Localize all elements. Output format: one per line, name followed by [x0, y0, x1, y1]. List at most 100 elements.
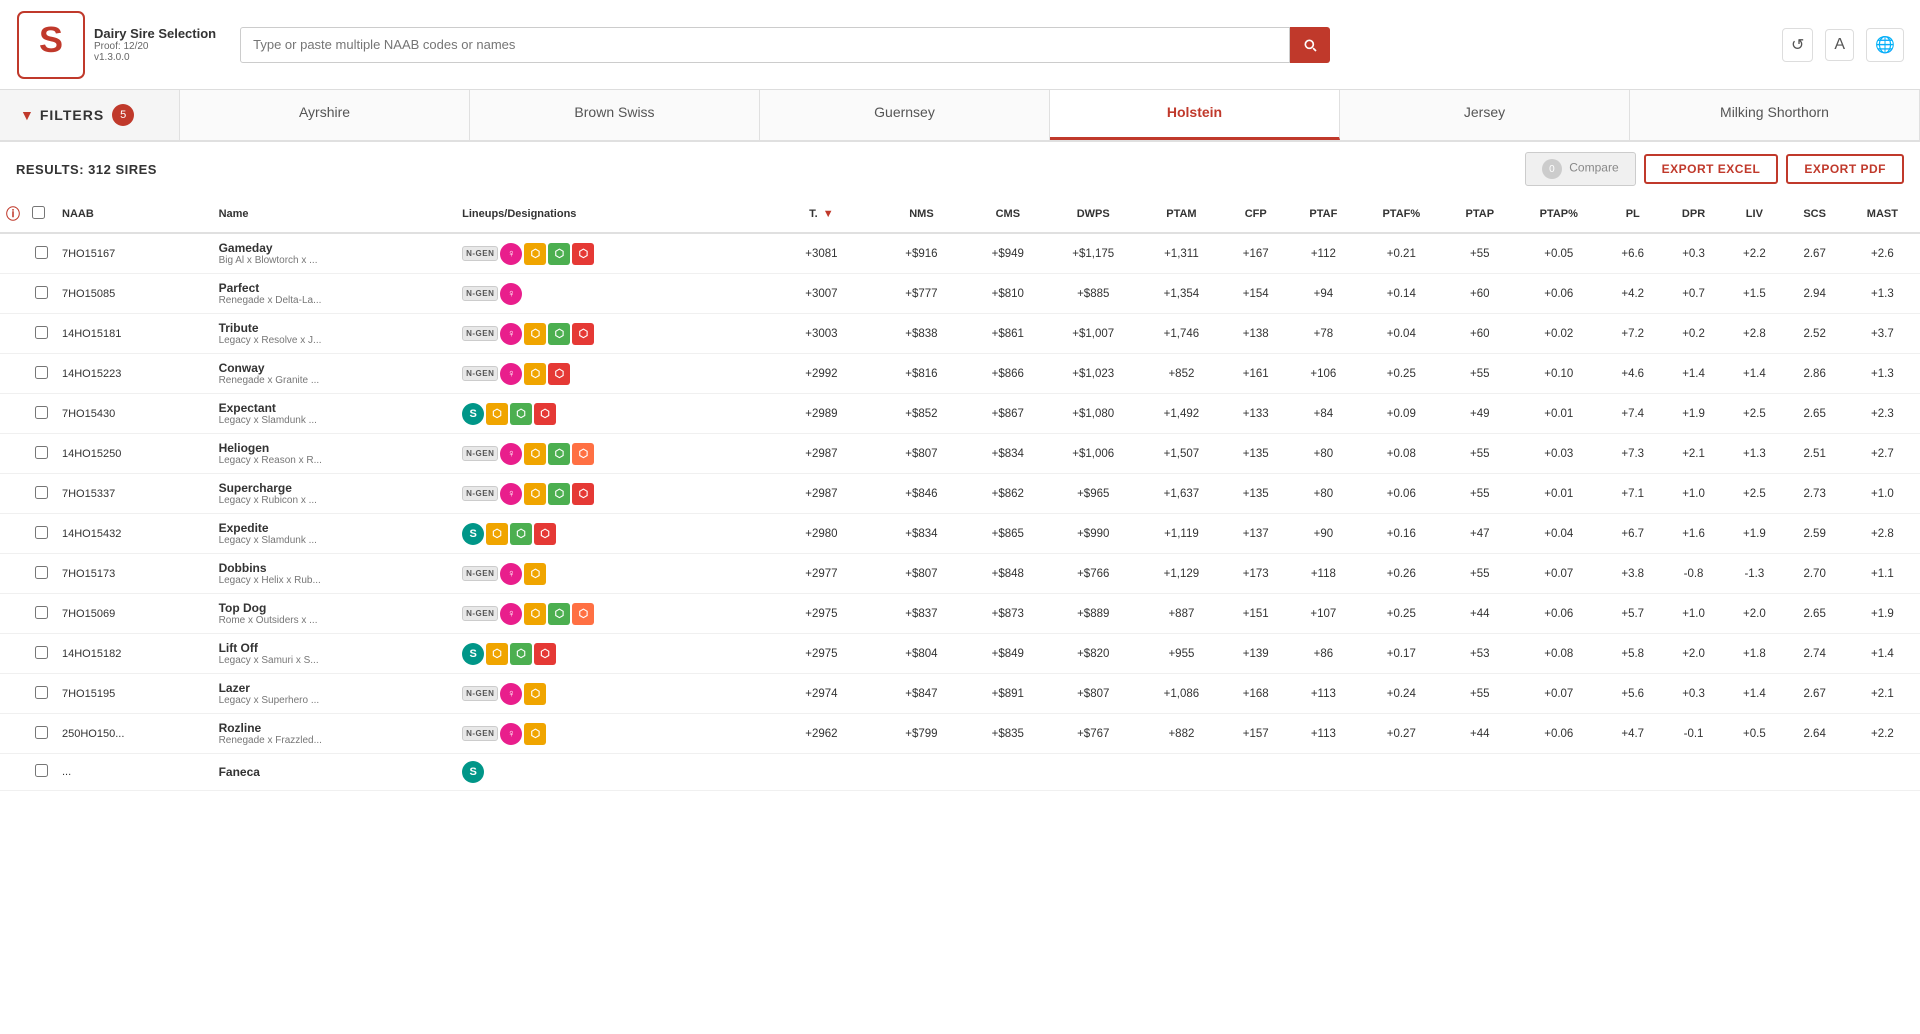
- col-liv-header[interactable]: LIV: [1724, 196, 1784, 233]
- tab-guernsey[interactable]: Guernsey: [760, 90, 1050, 140]
- liv-cell: +2.2: [1724, 233, 1784, 274]
- grain-icon: ⬡: [524, 323, 546, 345]
- col-dwps-header[interactable]: DWPS: [1046, 196, 1140, 233]
- col-scs-header[interactable]: SCS: [1785, 196, 1845, 233]
- check-cell[interactable]: [26, 514, 56, 554]
- ptafpct-cell: +0.14: [1358, 274, 1444, 314]
- col-mast-header[interactable]: MAST: [1845, 196, 1920, 233]
- female-icon: ♀: [500, 243, 522, 265]
- col-name-header[interactable]: Name: [213, 196, 457, 233]
- col-nms-header[interactable]: NMS: [874, 196, 970, 233]
- desig-cell: N-GEN♀⬡⬡⬡: [456, 314, 769, 354]
- col-ptafpct-header[interactable]: PTAF%: [1358, 196, 1444, 233]
- mast-cell: +2.3: [1845, 394, 1920, 434]
- row-checkbox[interactable]: [35, 246, 48, 259]
- col-pl-header[interactable]: PL: [1603, 196, 1663, 233]
- dpr-cell: +1.0: [1663, 594, 1724, 634]
- text-size-button[interactable]: A: [1825, 29, 1854, 61]
- row-checkbox[interactable]: [35, 566, 48, 579]
- col-ptap-header[interactable]: PTAP: [1445, 196, 1516, 233]
- refresh-button[interactable]: ↺: [1782, 28, 1813, 62]
- results-count: RESULTS: 312 SIRES: [16, 162, 157, 177]
- col-t-header[interactable]: T. ▼: [769, 196, 873, 233]
- scs-cell: 2.52: [1785, 314, 1845, 354]
- desig-cell: N-GEN♀⬡⬡⬡: [456, 474, 769, 514]
- col-cfp-header[interactable]: CFP: [1223, 196, 1289, 233]
- sires-table: ⓘ NAAB Name Lineups/Designations T. ▼ NM…: [0, 196, 1920, 791]
- check-cell[interactable]: [26, 354, 56, 394]
- export-excel-button[interactable]: EXPORT EXCEL: [1644, 154, 1779, 184]
- check-cell[interactable]: [26, 434, 56, 474]
- check-cell[interactable]: [26, 233, 56, 274]
- row-checkbox[interactable]: [35, 366, 48, 379]
- cfp-cell: +167: [1223, 233, 1289, 274]
- dwps-cell: +$1,175: [1046, 233, 1140, 274]
- table-row: 14HO15182 Lift Off Legacy x Samuri x S..…: [0, 634, 1920, 674]
- check-cell[interactable]: [26, 314, 56, 354]
- row-checkbox[interactable]: [35, 446, 48, 459]
- check-cell[interactable]: [26, 274, 56, 314]
- col-cms-header[interactable]: CMS: [969, 196, 1046, 233]
- name-cell: Expectant Legacy x Slamdunk ...: [213, 394, 457, 434]
- t-cell: +2974: [769, 674, 873, 714]
- liv-cell: +1.9: [1724, 514, 1784, 554]
- female-icon: ♀: [500, 363, 522, 385]
- check-cell[interactable]: [26, 714, 56, 754]
- ptafpct-cell: +0.27: [1358, 714, 1444, 754]
- scs-cell: 2.67: [1785, 233, 1845, 274]
- col-naab-header[interactable]: NAAB: [56, 196, 213, 233]
- naab-cell: 7HO15430: [56, 394, 213, 434]
- info-cell: [0, 674, 26, 714]
- info-cell: [0, 594, 26, 634]
- row-checkbox[interactable]: [35, 406, 48, 419]
- search-button[interactable]: [1290, 27, 1330, 63]
- tab-ayrshire[interactable]: Ayrshire: [180, 90, 470, 140]
- ptappct-cell: +0.08: [1515, 634, 1603, 674]
- row-checkbox[interactable]: [35, 646, 48, 659]
- tab-milking-shorthorn[interactable]: Milking Shorthorn: [1630, 90, 1920, 140]
- cfp-cell: +137: [1223, 514, 1289, 554]
- row-checkbox[interactable]: [35, 486, 48, 499]
- check-cell[interactable]: [26, 674, 56, 714]
- compare-button[interactable]: 0 Compare: [1525, 152, 1636, 186]
- tab-jersey[interactable]: Jersey: [1340, 90, 1630, 140]
- col-desig-header[interactable]: Lineups/Designations: [456, 196, 769, 233]
- search-input[interactable]: [240, 27, 1290, 63]
- t-cell: +2987: [769, 474, 873, 514]
- row-checkbox[interactable]: [35, 526, 48, 539]
- row-checkbox[interactable]: [35, 286, 48, 299]
- tab-holstein[interactable]: Holstein: [1050, 90, 1340, 140]
- col-ptaf-header[interactable]: PTAF: [1289, 196, 1358, 233]
- check-cell[interactable]: [26, 754, 56, 791]
- check-cell[interactable]: [26, 474, 56, 514]
- tab-brown-swiss[interactable]: Brown Swiss: [470, 90, 760, 140]
- dwps-cell: +$820: [1046, 634, 1140, 674]
- row-checkbox[interactable]: [35, 326, 48, 339]
- check-cell[interactable]: [26, 394, 56, 434]
- row-checkbox[interactable]: [35, 686, 48, 699]
- export-pdf-button[interactable]: EXPORT PDF: [1786, 154, 1904, 184]
- cms-cell: +$810: [969, 274, 1046, 314]
- filters-tab[interactable]: ▼ FILTERS 5: [0, 90, 180, 140]
- info-icon[interactable]: ⓘ: [6, 206, 20, 222]
- naab-cell: 14HO15223: [56, 354, 213, 394]
- ptam-cell: +955: [1140, 634, 1223, 674]
- language-button[interactable]: 🌐: [1866, 28, 1904, 62]
- ngen-icon: N-GEN: [462, 446, 498, 461]
- check-cell[interactable]: [26, 594, 56, 634]
- row-checkbox[interactable]: [35, 606, 48, 619]
- ngen-icon: N-GEN: [462, 606, 498, 621]
- check-cell[interactable]: [26, 554, 56, 594]
- row-checkbox[interactable]: [35, 764, 48, 777]
- dwps-cell: +$1,023: [1046, 354, 1140, 394]
- sires-table-container: ⓘ NAAB Name Lineups/Designations T. ▼ NM…: [0, 196, 1920, 791]
- col-dpr-header[interactable]: DPR: [1663, 196, 1724, 233]
- col-ptam-header[interactable]: PTAM: [1140, 196, 1223, 233]
- check-cell[interactable]: [26, 634, 56, 674]
- info-cell: [0, 394, 26, 434]
- svg-text:S: S: [39, 19, 63, 60]
- select-all-checkbox[interactable]: [32, 206, 45, 219]
- col-ptappct-header[interactable]: PTAP%: [1515, 196, 1603, 233]
- row-checkbox[interactable]: [35, 726, 48, 739]
- dpr-cell: +2.1: [1663, 434, 1724, 474]
